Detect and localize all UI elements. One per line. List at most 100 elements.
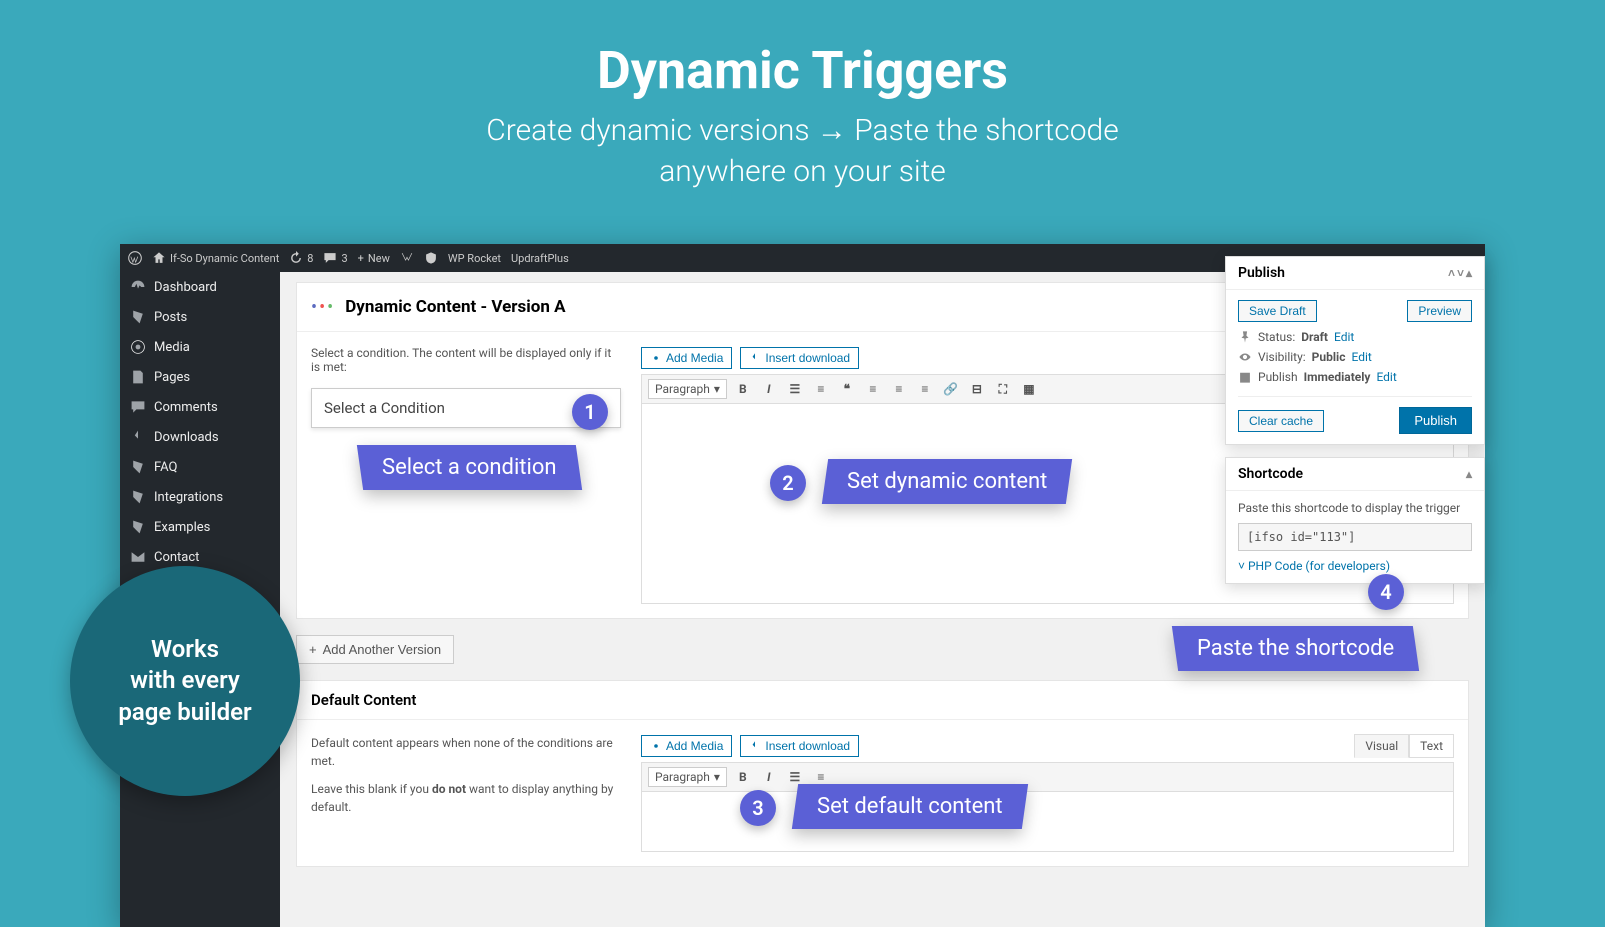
callout-3-text: Set default content (817, 794, 1003, 819)
default-desc-1: Default content appears when none of the… (311, 734, 621, 770)
publish-date-value: Immediately (1304, 370, 1371, 384)
version-dots: ••• (311, 297, 335, 318)
badge-4: 4 (1368, 574, 1404, 610)
bold-icon-2[interactable]: B (733, 767, 753, 787)
shield-icon[interactable] (424, 251, 438, 265)
italic-icon[interactable]: I (759, 379, 779, 399)
box-toggle-icon-2[interactable]: ▴ (1466, 467, 1472, 481)
shortcode-field[interactable]: [ifso id="113"] (1238, 523, 1472, 551)
updraft-link[interactable]: UpdraftPlus (511, 252, 569, 265)
bullet-list-icon[interactable]: ☰ (785, 379, 805, 399)
insert-download-label-2: Insert download (765, 739, 850, 753)
align-center-icon[interactable]: ≡ (889, 379, 909, 399)
status-value: Draft (1301, 330, 1328, 344)
visibility-value: Public (1312, 350, 1346, 364)
insert-download-button-2[interactable]: Insert download (740, 735, 859, 757)
works-with-badge: Works with every page builder (70, 566, 300, 796)
condition-select-text: Select a Condition (324, 399, 445, 417)
shortcode-desc: Paste this shortcode to display the trig… (1238, 501, 1472, 515)
sidebar-item-faq[interactable]: FAQ (120, 452, 280, 482)
format-select-2[interactable]: Paragraph ▾ (648, 767, 727, 787)
preview-button[interactable]: Preview (1407, 300, 1472, 322)
wp-logo-icon[interactable] (128, 251, 142, 265)
link-icon[interactable]: 🔗 (941, 379, 961, 399)
eye-icon (1238, 350, 1252, 364)
hero-title: Dynamic Triggers (0, 0, 1605, 101)
condition-hint: Select a condition. The content will be … (311, 346, 621, 374)
new-label: New (368, 252, 390, 265)
updates-icon[interactable]: 8 (289, 251, 313, 265)
sidebar-item-comments[interactable]: Comments (120, 392, 280, 422)
add-media-button[interactable]: Add Media (641, 347, 732, 369)
badge-3: 3 (740, 790, 776, 826)
hero-subtitle-2: anywhere on your site (659, 154, 946, 189)
sidebar-label: FAQ (154, 460, 177, 475)
php-code-link[interactable]: ˅ PHP Code (for developers) (1238, 559, 1472, 573)
right-panel: Publish ˄˅▴ Save Draft Preview Status: D… (1225, 256, 1485, 596)
save-draft-button[interactable]: Save Draft (1238, 300, 1317, 322)
site-name[interactable]: If-So Dynamic Content (152, 251, 279, 265)
default-header: Default Content (297, 681, 1468, 720)
hero-subtitle-1: Create dynamic versions → Paste the shor… (486, 113, 1118, 148)
box-up-icon[interactable]: ˄ (1448, 266, 1455, 280)
badge-1: 1 (572, 394, 608, 430)
site-name-text: If-So Dynamic Content (170, 252, 279, 265)
tab-visual-2[interactable]: Visual (1354, 734, 1409, 758)
badge-line-3: page builder (118, 698, 251, 726)
tinymce-toolbar-2: Paragraph ▾ B I ☰ ≡ (641, 762, 1454, 792)
fullscreen-icon[interactable]: ⛶ (993, 379, 1013, 399)
box-down-icon[interactable]: ˅ (1457, 266, 1464, 280)
callout-1: Select a condition (357, 445, 582, 490)
shortcode-box: Shortcode ▴ Paste this shortcode to disp… (1225, 457, 1485, 584)
visibility-edit-link[interactable]: Edit (1351, 350, 1371, 364)
readmore-icon[interactable]: ⊟ (967, 379, 987, 399)
default-desc-2a: Leave this blank if you (311, 782, 432, 796)
publish-date-label: Publish (1258, 370, 1298, 384)
new-link[interactable]: + New (358, 252, 390, 265)
callout-1-text: Select a condition (382, 455, 557, 480)
calendar-icon (1238, 370, 1252, 384)
sidebar-label: Posts (154, 310, 187, 325)
yoast-icon[interactable] (400, 251, 414, 265)
sidebar-label: Pages (154, 370, 190, 385)
sidebar-item-pages[interactable]: Pages (120, 362, 280, 392)
format-select[interactable]: Paragraph ▾ (648, 379, 727, 399)
publish-date-edit-link[interactable]: Edit (1376, 370, 1396, 384)
callout-3: Set default content (792, 784, 1028, 829)
badge-2: 2 (770, 465, 806, 501)
sidebar-item-examples[interactable]: Examples (120, 512, 280, 542)
sidebar-label: Comments (154, 400, 218, 415)
editor-toolbar-2: Add Media Insert download Visual Text (641, 734, 1454, 758)
align-left-icon[interactable]: ≡ (863, 379, 883, 399)
add-version-label: Add Another Version (323, 642, 442, 657)
wprocket-link[interactable]: WP Rocket (448, 252, 501, 265)
format-label: Paragraph (655, 382, 710, 396)
default-content-card: Default Content Default content appears … (296, 680, 1469, 867)
quote-icon[interactable]: ❝ (837, 379, 857, 399)
add-media-label-2: Add Media (666, 739, 723, 753)
sidebar-item-integrations[interactable]: Integrations (120, 482, 280, 512)
clear-cache-button[interactable]: Clear cache (1238, 410, 1324, 432)
status-edit-link[interactable]: Edit (1334, 330, 1354, 344)
insert-download-button[interactable]: Insert download (740, 347, 859, 369)
add-version-button[interactable]: + Add Another Version (296, 635, 454, 664)
bold-icon[interactable]: B (733, 379, 753, 399)
sidebar-item-posts[interactable]: Posts (120, 302, 280, 332)
comments-icon[interactable]: 3 (323, 251, 347, 265)
php-link-text: PHP Code (for developers) (1248, 559, 1390, 573)
toolbar-toggle-icon[interactable]: ▦ (1019, 379, 1039, 399)
italic-icon-2[interactable]: I (759, 767, 779, 787)
sidebar-item-downloads[interactable]: Downloads (120, 422, 280, 452)
box-toggle-icon[interactable]: ▴ (1466, 266, 1472, 280)
sidebar-item-dashboard[interactable]: Dashboard (120, 272, 280, 302)
tab-text-2[interactable]: Text (1409, 734, 1454, 758)
sidebar-label: Downloads (154, 430, 219, 445)
align-right-icon[interactable]: ≡ (915, 379, 935, 399)
number-list-icon[interactable]: ≡ (811, 379, 831, 399)
add-media-button-2[interactable]: Add Media (641, 735, 732, 757)
sidebar-label: Contact (154, 550, 199, 565)
sidebar-label: Integrations (154, 490, 223, 505)
publish-button[interactable]: Publish (1399, 407, 1472, 434)
publish-box-title: Publish (1238, 265, 1285, 281)
sidebar-item-media[interactable]: Media (120, 332, 280, 362)
